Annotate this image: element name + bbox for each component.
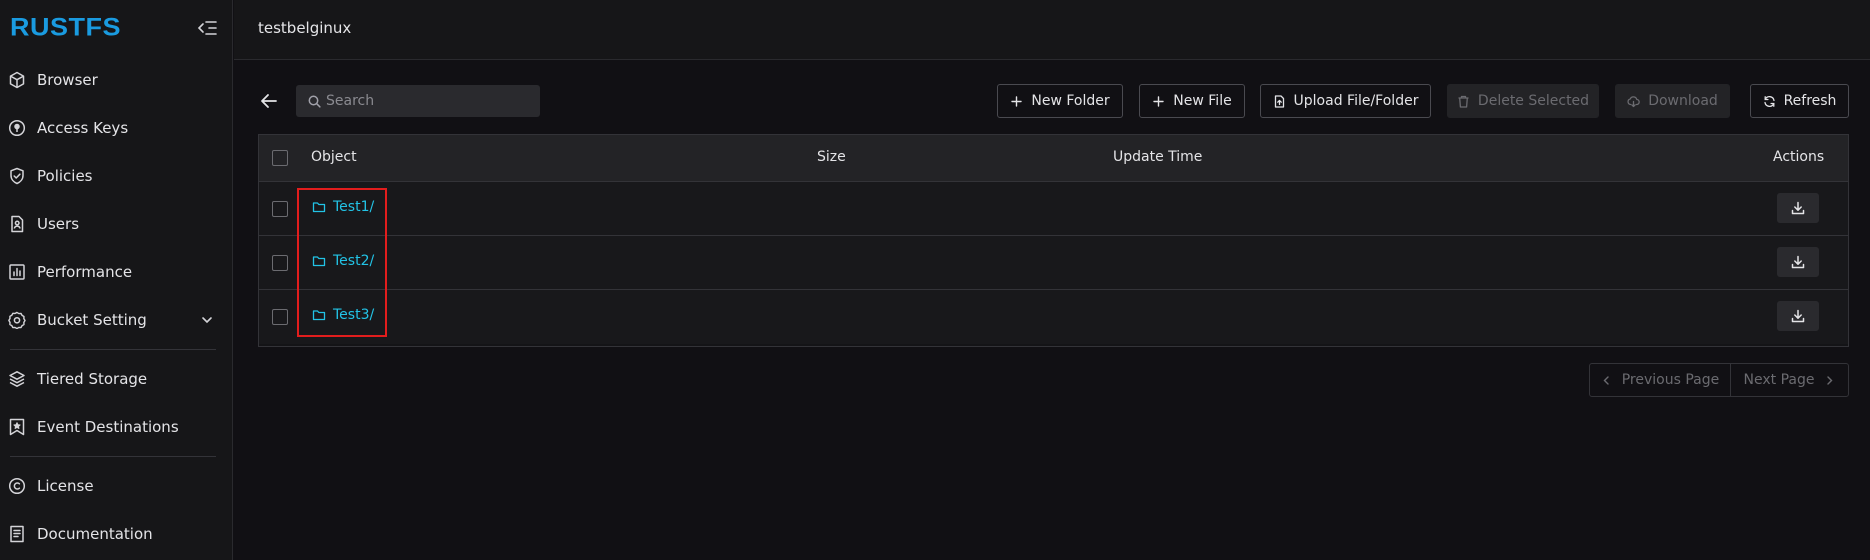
upload-button[interactable]: Upload File/Folder	[1260, 84, 1431, 118]
user-card-icon	[11, 215, 24, 233]
sidebar-item-license[interactable]: License	[0, 462, 232, 510]
sidebar-item-bucket-setting[interactable]: Bucket Setting	[0, 296, 232, 344]
shield-check-icon	[10, 167, 24, 185]
download-button[interactable]: Download	[1615, 84, 1730, 118]
sidebar: RUSTFS Browser Access Keys Policies User…	[0, 0, 233, 560]
row-download-button[interactable]	[1777, 301, 1819, 331]
chevron-left-icon	[1603, 375, 1609, 385]
back-arrow-icon[interactable]	[258, 90, 280, 112]
table-row: Test1/	[259, 182, 1848, 236]
table-header: Object Size Update Time Actions	[259, 135, 1848, 182]
sidebar-item-label: Access Keys	[37, 119, 129, 137]
bookmark-star-icon	[9, 418, 25, 436]
gear-icon	[8, 311, 26, 329]
folder-name: Test3/	[333, 307, 375, 323]
sidebar-item-label: Documentation	[37, 525, 153, 543]
sidebar-item-label: Event Destinations	[37, 418, 179, 436]
folder-icon	[312, 310, 326, 321]
layers-icon	[9, 371, 25, 387]
new-folder-label: New Folder	[1031, 93, 1110, 109]
download-icon	[1791, 255, 1805, 269]
folder-link[interactable]: Test2/	[312, 253, 374, 269]
bar-chart-icon	[9, 264, 25, 280]
row-checkbox[interactable]	[272, 255, 288, 271]
sidebar-divider	[10, 349, 216, 350]
column-header-object[interactable]: Object	[311, 149, 357, 165]
refresh-label: Refresh	[1783, 93, 1837, 109]
refresh-icon	[1763, 95, 1775, 107]
row-checkbox[interactable]	[272, 309, 288, 325]
download-label: Download	[1648, 93, 1718, 109]
logo-row: RUSTFS	[0, 0, 232, 56]
sidebar-item-tiered-storage[interactable]: Tiered Storage	[0, 355, 232, 403]
download-icon	[1791, 201, 1805, 215]
sidebar-item-event-destinations[interactable]: Event Destinations	[0, 403, 232, 451]
sidebar-item-label: Tiered Storage	[37, 370, 148, 388]
sidebar-item-browser[interactable]: Browser	[0, 56, 232, 104]
upload-label: Upload File/Folder	[1293, 93, 1419, 109]
collapse-sidebar-icon[interactable]	[197, 18, 219, 38]
search-box[interactable]	[296, 85, 540, 117]
sidebar-item-documentation[interactable]: Documentation	[0, 510, 232, 558]
column-header-size[interactable]: Size	[817, 149, 846, 165]
row-download-button[interactable]	[1777, 247, 1819, 277]
sidebar-divider	[10, 456, 216, 457]
folder-link[interactable]: Test1/	[312, 199, 374, 215]
sidebar-nav: Browser Access Keys Policies Users Perfo…	[0, 56, 232, 558]
chevron-right-icon	[1827, 375, 1833, 385]
table-row: Test3/	[259, 290, 1848, 344]
copyright-icon	[8, 477, 26, 495]
trash-icon	[1458, 95, 1469, 108]
file-upload-icon	[1274, 94, 1284, 108]
sidebar-item-access-keys[interactable]: Access Keys	[0, 104, 232, 152]
table-row: Test2/	[259, 236, 1848, 290]
folder-icon	[312, 256, 326, 267]
sidebar-item-users[interactable]: Users	[0, 200, 232, 248]
download-icon	[1791, 309, 1805, 323]
cloud-download-icon	[1627, 95, 1640, 107]
search-icon	[308, 95, 321, 108]
document-icon	[10, 525, 24, 543]
next-page-label: Next Page	[1743, 372, 1815, 388]
sidebar-item-label: Policies	[37, 167, 93, 185]
objects-table: Object Size Update Time Actions Test1/ T…	[258, 134, 1849, 347]
sidebar-item-policies[interactable]: Policies	[0, 152, 232, 200]
sidebar-item-label: Users	[37, 215, 80, 233]
row-download-button[interactable]	[1777, 193, 1819, 223]
column-header-update-time[interactable]: Update Time	[1113, 149, 1202, 165]
delete-selected-button[interactable]: Delete Selected	[1447, 84, 1599, 118]
key-circle-icon	[8, 119, 26, 137]
chevron-down-icon	[202, 317, 212, 324]
folder-name: Test1/	[333, 199, 375, 215]
row-checkbox[interactable]	[272, 201, 288, 217]
delete-selected-label: Delete Selected	[1477, 93, 1590, 109]
plus-icon	[1153, 95, 1164, 107]
rustfs-logo[interactable]: RUSTFS	[10, 13, 121, 42]
folder-link[interactable]: Test3/	[312, 307, 374, 323]
refresh-button[interactable]: Refresh	[1750, 84, 1849, 118]
new-file-button[interactable]: New File	[1139, 84, 1245, 118]
top-bar: testbelginux	[234, 0, 1870, 60]
new-folder-button[interactable]: New Folder	[997, 84, 1123, 118]
sidebar-item-label: Browser	[37, 71, 98, 89]
new-file-label: New File	[1173, 93, 1232, 109]
plus-icon	[1011, 95, 1023, 107]
sidebar-item-label: License	[37, 477, 94, 495]
column-header-actions: Actions	[1773, 149, 1825, 165]
folder-name: Test2/	[333, 253, 375, 269]
next-page-button[interactable]: Next Page	[1730, 363, 1849, 397]
sidebar-item-label: Performance	[37, 263, 133, 281]
sidebar-item-label: Bucket Setting	[37, 311, 147, 329]
previous-page-button[interactable]: Previous Page	[1589, 363, 1731, 397]
bucket-name: testbelginux	[258, 19, 352, 37]
sidebar-item-performance[interactable]: Performance	[0, 248, 232, 296]
search-input[interactable]	[326, 93, 526, 109]
folder-icon	[312, 202, 326, 213]
select-all-checkbox[interactable]	[272, 150, 288, 166]
cube-icon	[9, 71, 25, 89]
previous-page-label: Previous Page	[1621, 372, 1720, 388]
